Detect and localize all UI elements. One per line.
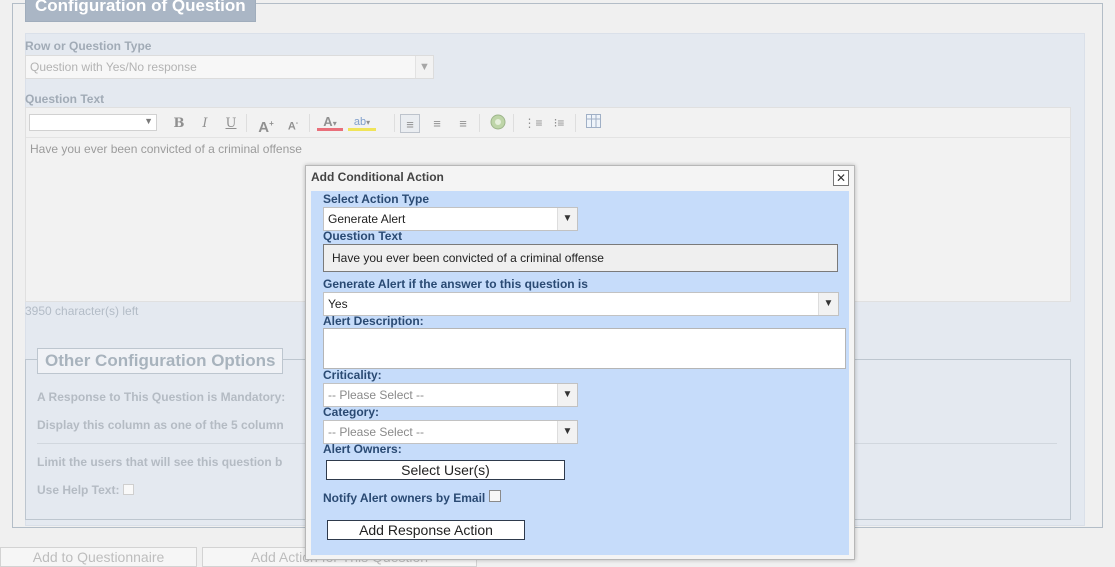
add-conditional-action-dialog: Add Conditional Action ✕ Select Action T… <box>305 165 855 560</box>
notify-email-label: Notify Alert owners by Email <box>323 491 486 505</box>
action-type-value: Generate Alert <box>328 212 406 226</box>
notify-email-checkbox[interactable] <box>489 490 502 502</box>
alert-answer-select[interactable]: Yes ▼ <box>323 292 839 316</box>
criticality-select[interactable]: -- Please Select -- ▼ <box>323 383 578 407</box>
notify-email-option: Notify Alert owners by Email <box>323 490 502 505</box>
action-type-label: Select Action Type <box>323 192 430 206</box>
modal-question-text-label: Question Text <box>323 229 403 243</box>
select-users-button[interactable]: Select User(s) <box>326 460 565 480</box>
modal-question-text-field: Have you ever been convicted of a crimin… <box>323 244 838 272</box>
chevron-down-icon: ▼ <box>557 384 577 406</box>
chevron-down-icon: ▼ <box>557 421 577 443</box>
alert-answer-value: Yes <box>328 297 348 311</box>
alert-answer-label: Generate Alert if the answer to this que… <box>323 277 588 291</box>
add-response-action-button[interactable]: Add Response Action <box>327 520 525 540</box>
close-icon[interactable]: ✕ <box>833 170 849 186</box>
chevron-down-icon: ▼ <box>557 208 577 230</box>
action-type-select[interactable]: Generate Alert ▼ <box>323 207 578 231</box>
criticality-label: Criticality: <box>323 368 382 382</box>
chevron-down-icon: ▼ <box>818 293 838 315</box>
alert-owners-label: Alert Owners: <box>323 442 402 456</box>
alert-description-label: Alert Description: <box>323 314 424 328</box>
dialog-title: Add Conditional Action <box>311 170 444 184</box>
dialog-body: Select Action Type Generate Alert ▼ Ques… <box>311 191 849 555</box>
criticality-value: -- Please Select -- <box>328 388 425 402</box>
category-label: Category: <box>323 405 380 419</box>
alert-description-textarea[interactable] <box>323 328 846 369</box>
category-select[interactable]: -- Please Select -- ▼ <box>323 420 578 444</box>
category-value: -- Please Select -- <box>328 425 425 439</box>
